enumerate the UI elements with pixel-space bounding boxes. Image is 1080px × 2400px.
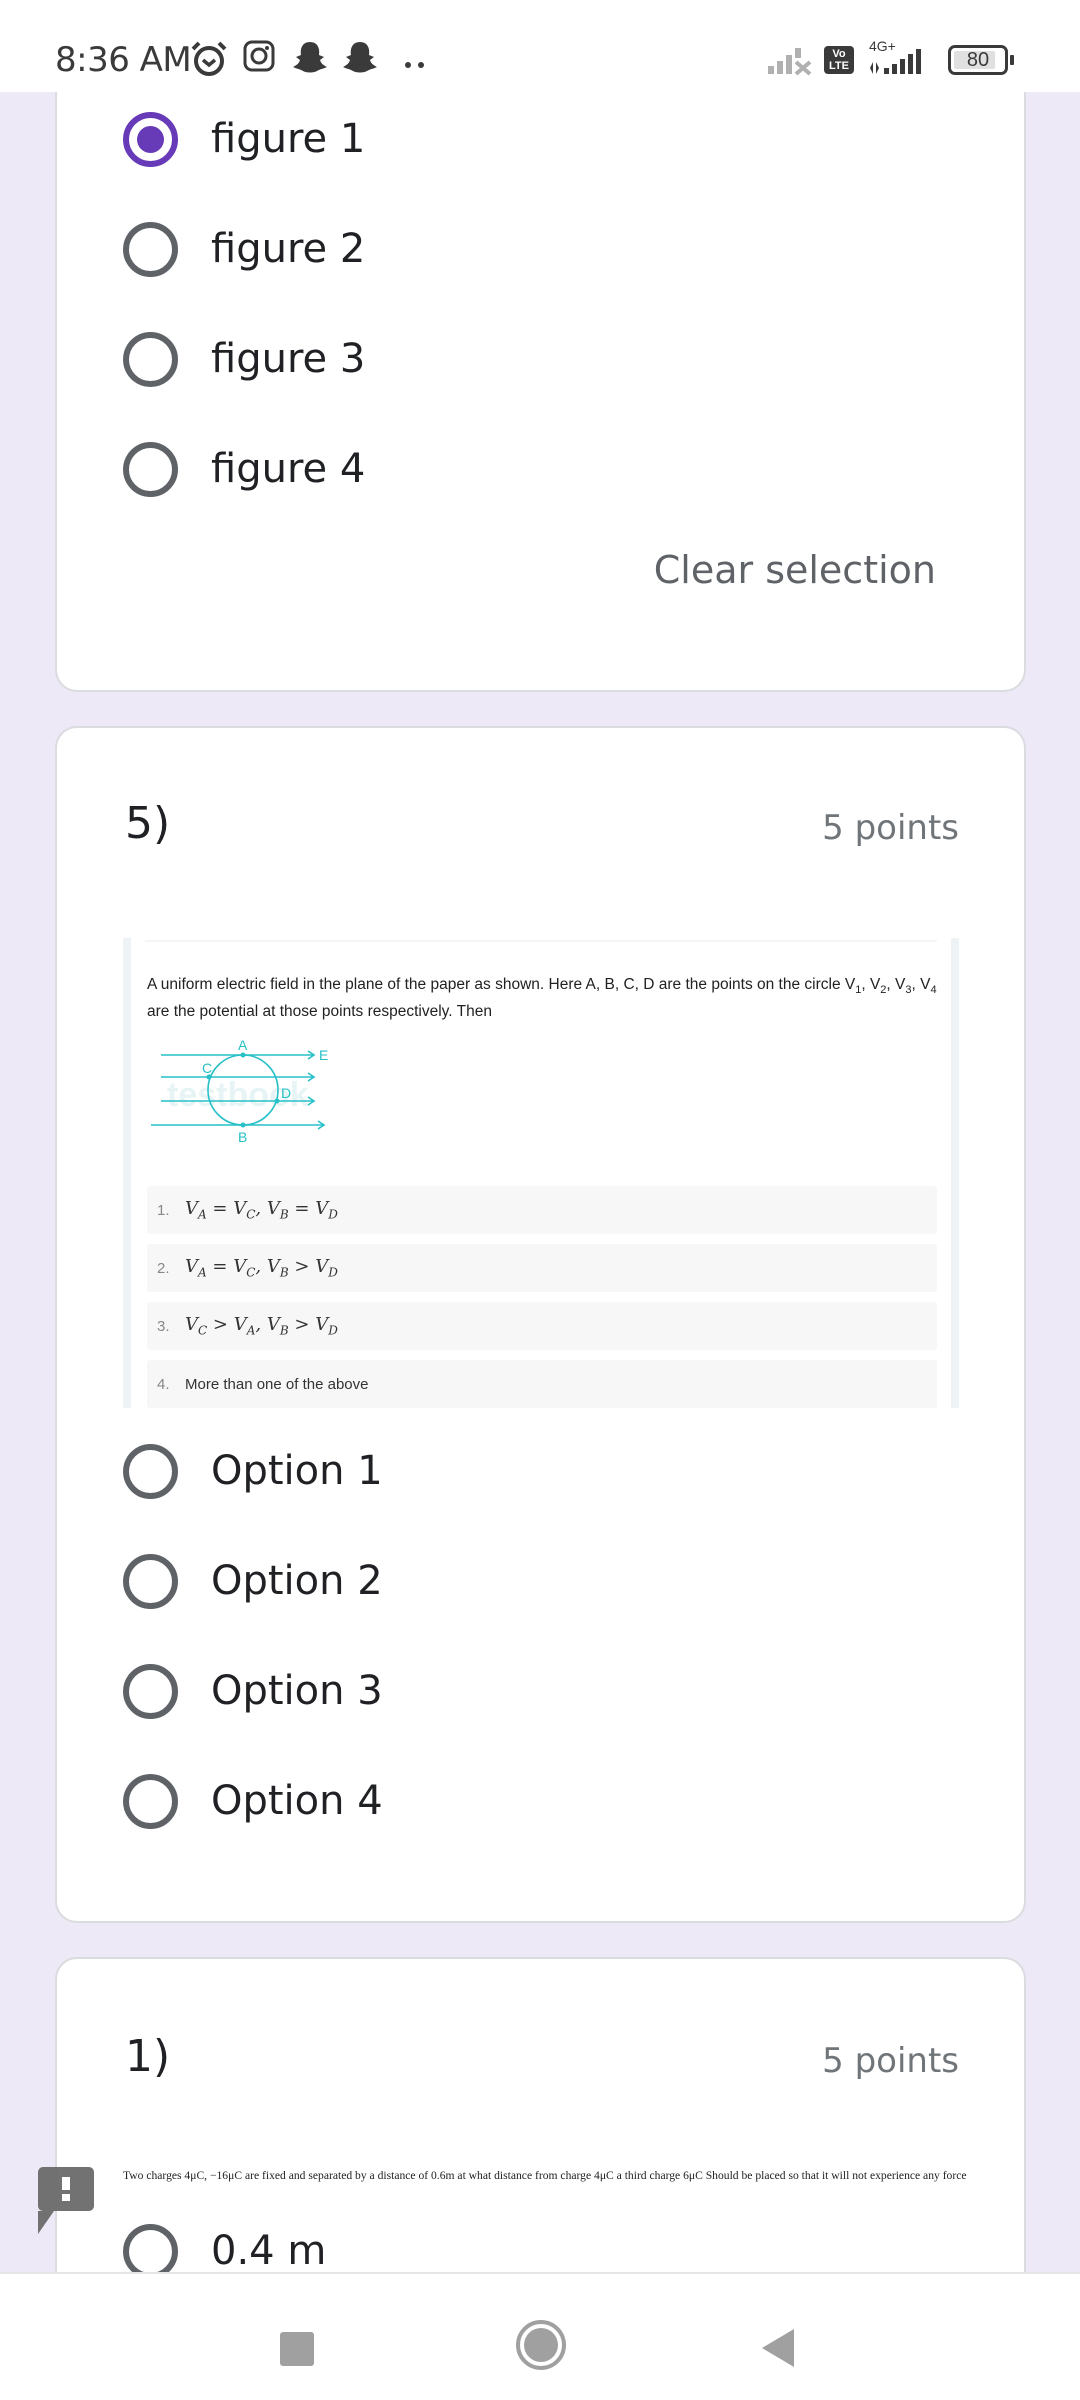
radio-button[interactable]: [123, 331, 178, 387]
radio-option-2[interactable]: Option 2: [123, 1546, 383, 1616]
question-points: 5 points: [822, 808, 959, 848]
radio-option-4[interactable]: Option 4: [123, 1766, 383, 1836]
radio-option-figure-2[interactable]: figure 2: [123, 214, 365, 284]
radio-label: 0.4 m: [211, 2228, 327, 2274]
question-number: 1): [125, 2031, 171, 2082]
radio-option-figure-4[interactable]: figure 4: [123, 434, 365, 504]
question-image: A uniform electric field in the plane of…: [123, 938, 959, 1408]
clear-selection-button[interactable]: Clear selection: [654, 548, 936, 592]
point-b: [240, 1122, 246, 1128]
snapchat-icon: [342, 40, 378, 79]
label-b: B: [238, 1129, 247, 1145]
question-card-previous: figure 1 figure 2 figure 3 figure 4 Clea…: [55, 40, 1026, 692]
image-choice-2: 2. VA = VC, VB > VD: [147, 1244, 937, 1292]
home-button[interactable]: [516, 2320, 566, 2370]
status-bar: 8:36 AM Vo LTE 4G+ 80: [0, 0, 1080, 92]
snapchat-icon: [292, 40, 328, 79]
alarm-icon: [190, 40, 228, 83]
radio-button[interactable]: [123, 221, 178, 277]
radio-label: figure 4: [211, 446, 366, 492]
back-button[interactable]: [762, 2329, 794, 2367]
radio-button[interactable]: [123, 1663, 178, 1719]
image-choice-1: 1. VA = VC, VB = VD: [147, 1186, 937, 1234]
question-number: 5): [125, 798, 171, 849]
navigation-bar: [0, 2272, 1080, 2400]
signal-no-service-icon: [766, 44, 818, 81]
radio-button[interactable]: [123, 441, 178, 497]
instagram-icon: [243, 40, 275, 77]
recents-button[interactable]: [280, 2332, 314, 2366]
volte-icon: Vo LTE: [824, 46, 854, 74]
divider: [145, 940, 937, 942]
image-choice-3: 3. VC > VA, VB > VD: [147, 1302, 937, 1350]
battery-icon: 80: [948, 45, 1014, 75]
electric-field-diagram: testbook A C D B E: [151, 1037, 328, 1145]
radio-label: figure 2: [211, 226, 366, 272]
radio-label: Option 4: [211, 1778, 383, 1824]
label-c: C: [202, 1060, 212, 1076]
point-d: [274, 1098, 280, 1104]
radio-option-3[interactable]: Option 3: [123, 1656, 383, 1726]
radio-button[interactable]: [123, 2223, 178, 2279]
more-dots-icon: [404, 56, 426, 74]
radio-button[interactable]: [123, 1773, 178, 1829]
label-d: D: [281, 1085, 291, 1101]
radio-label: Option 3: [211, 1668, 383, 1714]
radio-option-figure-1[interactable]: figure 1: [123, 104, 365, 174]
radio-label: Option 1: [211, 1448, 383, 1494]
radio-label: Option 2: [211, 1558, 383, 1604]
point-a: [240, 1052, 246, 1058]
radio-button-checked[interactable]: [123, 111, 178, 167]
clock: 8:36 AM: [55, 40, 192, 80]
radio-option-figure-3[interactable]: figure 3: [123, 324, 365, 394]
question-card-5: 5) 5 points A uniform electric field in …: [55, 726, 1026, 1923]
question-points: 5 points: [822, 2041, 959, 2081]
question-image-text: Two charges 4μC, −16μC are fixed and sep…: [123, 2169, 967, 2182]
feedback-button[interactable]: [38, 2167, 94, 2234]
radio-option-1[interactable]: Option 1: [123, 1436, 383, 1506]
radio-button[interactable]: [123, 1443, 178, 1499]
question-image-text: A uniform electric field in the plane of…: [147, 976, 937, 1021]
signal-strength-icon: [868, 48, 938, 81]
image-choice-4: 4. More than one of the above: [147, 1360, 937, 1408]
battery-level: 80: [966, 49, 990, 71]
question-card-1: 1) 5 points Two charges 4μC, −16μC are f…: [55, 1957, 1026, 2279]
label-a: A: [238, 1037, 248, 1053]
radio-button[interactable]: [123, 1553, 178, 1609]
label-e: E: [319, 1047, 328, 1063]
radio-label: figure 1: [211, 116, 366, 162]
radio-label: figure 3: [211, 336, 366, 382]
exclamation-icon: [62, 2177, 70, 2190]
